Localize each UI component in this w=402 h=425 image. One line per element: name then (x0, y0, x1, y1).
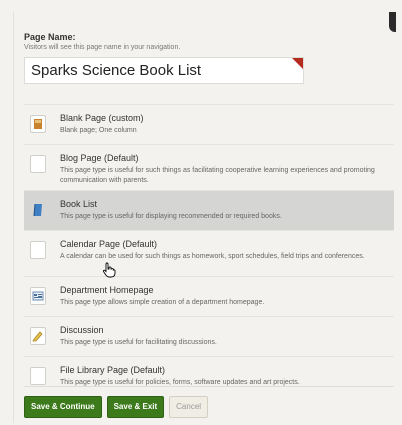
form-actions: Save & Continue Save & Exit Cancel (24, 396, 209, 418)
corner-tab (389, 12, 396, 32)
page-type-discussion[interactable]: Discussion This page type is useful for … (24, 316, 394, 356)
page-type-file-library[interactable]: File Library Page (Default) This page ty… (24, 356, 394, 396)
cancel-button[interactable]: Cancel (169, 396, 209, 418)
required-flag-icon (292, 58, 303, 69)
page-name-value: Sparks Science Book List (31, 62, 202, 79)
page-type-desc: This page type is useful for facilitatin… (60, 339, 217, 346)
blank-icon (30, 367, 46, 385)
page-name-section: Page Name: Visitors will see this page n… (24, 32, 394, 84)
page-type-book-list[interactable]: Book List This page type is useful for d… (24, 190, 394, 230)
page-name-help: Visitors will see this page name in your… (24, 44, 181, 51)
page-type-title: Blog Page (Default) (60, 153, 139, 163)
page-name-label: Page Name: (24, 32, 76, 42)
page-type-desc: This page type is useful for displaying … (60, 213, 282, 220)
page-type-title: Discussion (60, 325, 104, 335)
add-page-panel: Page Name: Visitors will see this page n… (13, 12, 396, 423)
hand-cursor-icon (102, 262, 116, 278)
page-type-title: Calendar Page (Default) (60, 239, 158, 249)
footer-divider (24, 386, 394, 387)
page-type-title: File Library Page (Default) (60, 365, 166, 375)
discussion-icon (30, 327, 46, 345)
page-type-list: Blank Page (custom) Blank page; One colu… (24, 104, 394, 396)
page-type-department-homepage[interactable]: Department Homepage This page type allow… (24, 276, 394, 316)
page-type-desc: Blank page; One column (60, 127, 137, 134)
page-type-desc: A calendar can be used for such things a… (60, 253, 365, 260)
page-type-title: Blank Page (custom) (60, 113, 144, 123)
page-type-calendar[interactable]: Calendar Page (Default) A calendar can b… (24, 230, 394, 276)
page-type-desc: This page type is useful for such things… (60, 167, 375, 184)
department-icon (30, 287, 46, 305)
page-type-title: Department Homepage (60, 285, 154, 295)
blue-book-icon (30, 201, 46, 219)
page-type-blank-custom[interactable]: Blank Page (custom) Blank page; One colu… (24, 104, 394, 144)
page-name-input[interactable]: Sparks Science Book List (24, 57, 304, 84)
page-type-desc: This page type allows simple creation of… (60, 299, 265, 306)
book-icon (30, 115, 46, 133)
blank-icon (30, 241, 46, 259)
page-type-blog[interactable]: Blog Page (Default) This page type is us… (24, 144, 394, 190)
blank-icon (30, 155, 46, 173)
page-type-title: Book List (60, 199, 98, 209)
save-continue-button[interactable]: Save & Continue (24, 396, 102, 418)
save-exit-button[interactable]: Save & Exit (106, 396, 165, 418)
